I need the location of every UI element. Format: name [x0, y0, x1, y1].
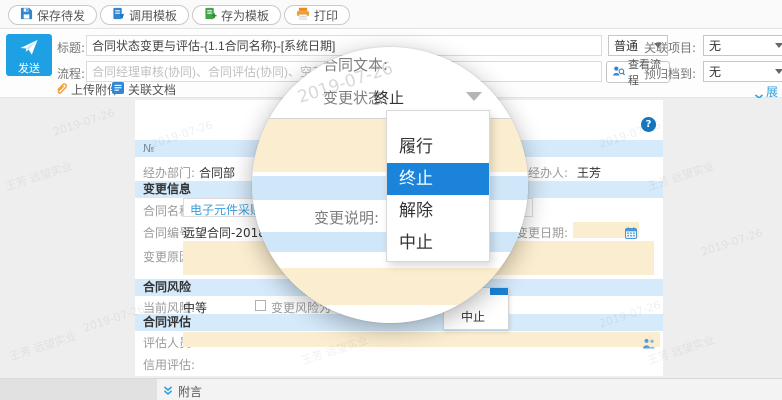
section-change-label: 变更信息 [143, 182, 191, 196]
dept-value: 合同部 [199, 164, 235, 181]
change-date-input[interactable] [573, 222, 639, 238]
section-risk-label: 合同风险 [143, 280, 191, 294]
paperclip-icon [55, 82, 67, 98]
footer-left-block [0, 379, 157, 400]
print-button[interactable]: 打印 [284, 5, 350, 25]
chevron-down-icon[interactable] [466, 92, 482, 101]
dropdown-option-zhongzhi-selected[interactable]: 终止 [387, 163, 489, 195]
paper-plane-icon [19, 39, 39, 56]
priority-value: 普通 [614, 37, 638, 54]
save-icon [20, 7, 33, 23]
archive-label: 预归档到: [644, 65, 696, 82]
title-input[interactable] [86, 35, 602, 56]
save-as-template-button[interactable]: 存为模板 [192, 5, 281, 25]
section-eval-label: 合同评估 [143, 315, 191, 329]
save-pending-label: 保存待发 [37, 7, 85, 24]
people-icon[interactable] [642, 334, 656, 353]
change-state-dropdown: 履行 终止 解除 中止 [386, 110, 490, 262]
help-icon[interactable]: ? [641, 117, 656, 132]
save-as-template-label: 存为模板 [221, 7, 269, 24]
print-icon [296, 7, 310, 23]
note-toggle[interactable]: 附言 [163, 383, 202, 400]
note-label: 附言 [178, 383, 202, 400]
flow-label: 流程: [57, 65, 85, 82]
template-save-icon [204, 7, 217, 23]
background-dropdown-option[interactable]: 中止 [461, 308, 485, 325]
template-load-icon [112, 7, 125, 23]
send-button[interactable]: 发送 [6, 34, 52, 76]
save-pending-button[interactable]: 保存待发 [8, 5, 97, 25]
contract-name-link[interactable]: 电子元件采购 [190, 201, 262, 218]
upload-attachment-link[interactable]: 上传附件 [55, 81, 119, 98]
related-project-select[interactable]: 无 [703, 35, 782, 56]
change-desc-label: 变更说明: [314, 207, 379, 228]
related-doc-link[interactable]: 关联文档 [112, 81, 176, 98]
dropdown-option-jiechu[interactable]: 解除 [387, 195, 489, 227]
archive-value: 无 [709, 63, 721, 80]
dept-label: 经办部门: [143, 164, 195, 181]
document-icon [112, 82, 124, 97]
title-label: 标题: [57, 39, 85, 56]
credit-label: 信用评估: [143, 356, 195, 373]
chevron-down-icon [775, 69, 782, 74]
chevron-double-down-icon [163, 385, 173, 399]
related-doc-label: 关联文档 [128, 81, 176, 98]
change-state-value: 终止 [374, 87, 404, 108]
dropdown-option-lvxing[interactable]: 履行 [387, 131, 489, 163]
print-label: 打印 [314, 7, 338, 24]
magnified-beige-row [252, 268, 528, 305]
load-template-button[interactable]: 调用模板 [100, 5, 189, 25]
view-flow-icon [612, 65, 625, 80]
toolbar: 保存待发 调用模板 存为模板 打印 [0, 0, 782, 29]
related-project-value: 无 [709, 37, 721, 54]
serial-label: № [143, 142, 154, 155]
related-project-label: 关联项目: [644, 39, 696, 56]
operator-label: 经办人: [528, 164, 568, 181]
send-label: 发送 [6, 60, 52, 76]
dropdown-option-zhongzhi2[interactable]: 中止 [387, 227, 489, 259]
load-template-label: 调用模板 [129, 7, 177, 24]
contract-change-page: 保存待发 调用模板 存为模板 打印 发送 标题: 普通 关联项目: 无 [0, 0, 782, 400]
operator-value: 王芳 [577, 164, 601, 181]
magnifier-circle: 2019-07-26 合同文本: 变更状态: 终止 变更说明: 履行 终止 解除… [252, 47, 528, 323]
chevron-down-icon [775, 43, 782, 48]
evaluator-input[interactable] [183, 332, 660, 347]
contract-text-label: 合同文本: [323, 54, 388, 75]
archive-select[interactable]: 无 [703, 61, 782, 82]
footer-bar: 附言 [0, 378, 782, 400]
